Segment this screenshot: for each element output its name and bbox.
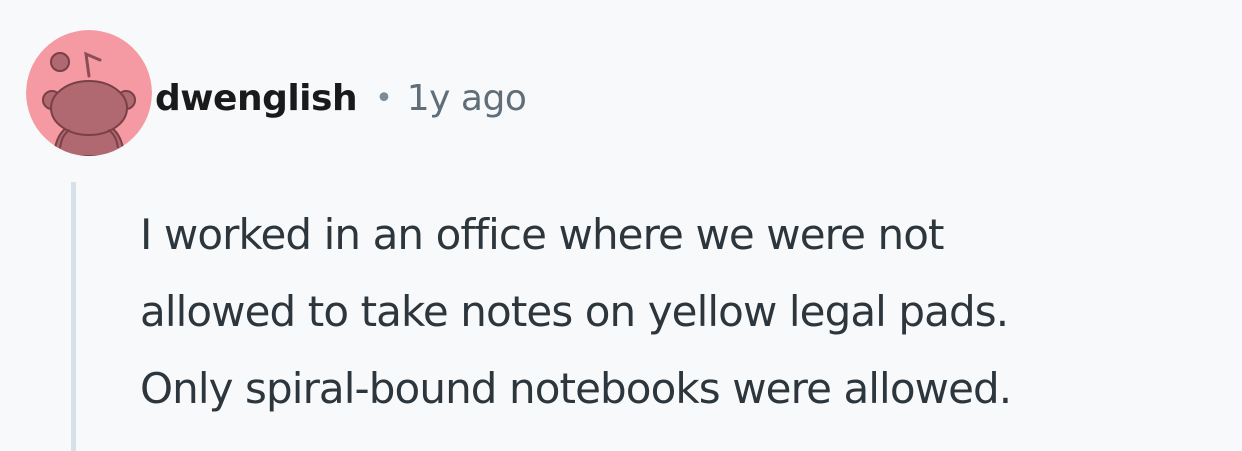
- meta-separator: •: [375, 80, 393, 116]
- reddit-snoo-avatar-icon: [26, 30, 152, 156]
- comment-timestamp[interactable]: 1y ago: [407, 78, 527, 119]
- comment-body-line: allowed to take notes on yellow legal pa…: [140, 287, 1009, 336]
- comment-body-line: Only spiral-bound notebooks were allowed…: [140, 364, 1012, 413]
- author-username[interactable]: dwenglish: [155, 78, 358, 119]
- comment-header: dwenglish • 1y ago: [155, 70, 527, 126]
- user-avatar[interactable]: [26, 30, 152, 156]
- comment: dwenglish • 1y ago I worked in an office…: [0, 0, 1242, 451]
- comment-body-line: I worked in an office where we were not: [140, 210, 944, 259]
- comment-body: I worked in an office where we were not …: [140, 196, 1230, 427]
- thread-line[interactable]: [71, 182, 76, 451]
